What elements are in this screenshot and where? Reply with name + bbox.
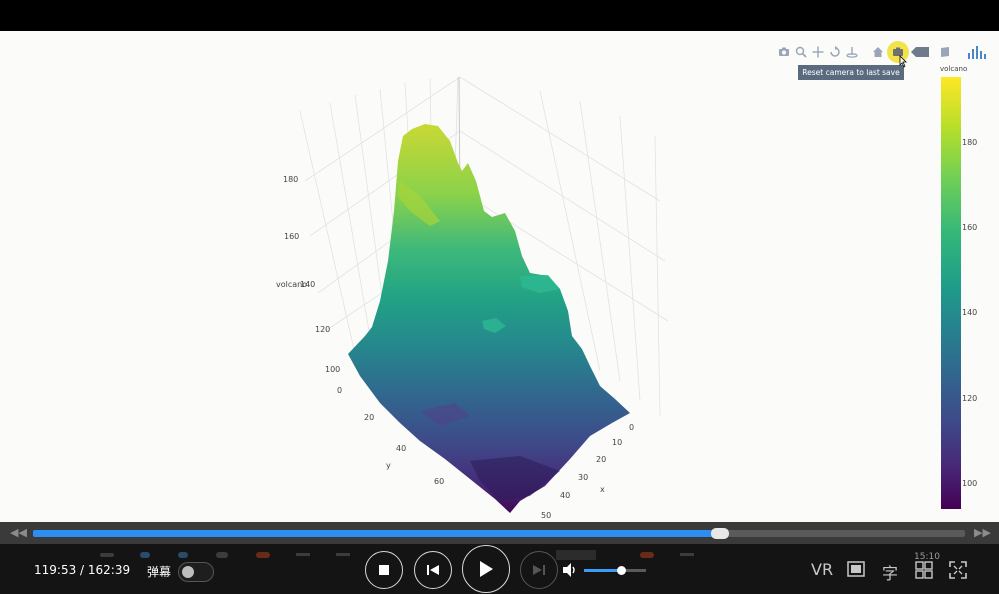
plotly-modebar	[776, 41, 954, 63]
x-axis-title: x	[600, 485, 605, 494]
danmu-toggle[interactable]	[178, 562, 214, 582]
colorbar-title: volcano	[940, 65, 968, 73]
colorbar-tick: 100	[962, 479, 978, 488]
x-tick-label: 30	[578, 473, 588, 482]
volume-icon[interactable]	[562, 562, 578, 578]
toggle-knob	[182, 566, 194, 578]
y-axis-title: y	[386, 461, 391, 470]
colorbar-tick: 180	[962, 138, 978, 147]
danmu-label: 弹幕	[147, 565, 172, 579]
fullscreen-button[interactable]	[949, 561, 967, 583]
home-icon[interactable]	[870, 44, 886, 60]
progress-thumb[interactable]	[710, 528, 729, 539]
colorbar-tick: 120	[962, 394, 978, 403]
volume-fill	[584, 569, 622, 572]
modebar-tooltip: Reset camera to last save	[798, 65, 904, 80]
z-axis-title: volcano	[276, 280, 307, 289]
y-tick-label: 60	[434, 477, 444, 486]
plotly-logo-icon[interactable]	[966, 44, 988, 60]
fullscreen-icon	[949, 561, 967, 579]
picture-in-picture-button[interactable]	[847, 561, 865, 581]
stop-button[interactable]	[365, 551, 403, 589]
picture-in-picture-icon	[847, 561, 865, 577]
seek-forward-icon[interactable]: ▶▶	[974, 526, 991, 539]
colorbar-tick: 160	[962, 223, 978, 232]
colorbar	[941, 77, 961, 509]
zoom-icon[interactable]	[793, 44, 809, 60]
next-button[interactable]	[520, 551, 558, 589]
vr-button[interactable]: VR	[811, 560, 833, 579]
y-tick-label: 40	[396, 444, 406, 453]
modebar-spacer	[861, 44, 869, 60]
turntable-rotation-icon[interactable]	[844, 44, 860, 60]
play-button[interactable]	[462, 545, 510, 593]
x-tick-label: 50	[541, 511, 551, 520]
subtitle-button[interactable]: 字	[882, 560, 898, 584]
plot-area[interactable]: 180 160 140 120 100 volcano 0 20 40 60 y…	[0, 31, 999, 522]
play-icon	[480, 561, 493, 577]
grid-icon	[915, 561, 933, 579]
time-display: 119:53 / 162:39	[34, 563, 131, 577]
orbit-rotation-icon[interactable]	[827, 44, 843, 60]
top-black-bar	[0, 0, 999, 31]
x-tick-label: 40	[560, 491, 570, 500]
z-tick-label: 120	[315, 325, 330, 334]
z-tick-label: 180	[283, 175, 298, 184]
volume-slider[interactable]	[584, 566, 646, 575]
progress-track[interactable]	[33, 528, 965, 539]
y-tick-label: 20	[364, 413, 374, 422]
progress-fill	[33, 530, 720, 537]
surface-plot[interactable]: 180 160 140 120 100 volcano 0 20 40 60 y…	[0, 31, 999, 522]
x-tick-label: 10	[612, 438, 622, 447]
camera-icon[interactable]	[776, 44, 792, 60]
seek-back-icon[interactable]: ◀◀	[10, 526, 27, 539]
colorbar-tick: 140	[962, 308, 978, 317]
next-icon	[533, 565, 545, 575]
stop-icon	[379, 565, 389, 575]
hover-closest-icon[interactable]	[910, 44, 930, 60]
y-tick-label: 0	[337, 386, 342, 395]
volcano-surface[interactable]	[348, 124, 630, 513]
pan-icon[interactable]	[810, 44, 826, 60]
x-tick-label: 0	[629, 423, 634, 432]
z-tick-label: 160	[284, 232, 299, 241]
z-tick-label: 100	[325, 365, 340, 374]
toggle-spike-lines-icon[interactable]	[937, 44, 953, 60]
mouse-cursor-icon	[899, 55, 907, 68]
grid-layout-button[interactable]	[915, 561, 933, 583]
previous-button[interactable]	[414, 551, 452, 589]
previous-icon	[427, 565, 439, 575]
x-tick-label: 20	[596, 455, 606, 464]
